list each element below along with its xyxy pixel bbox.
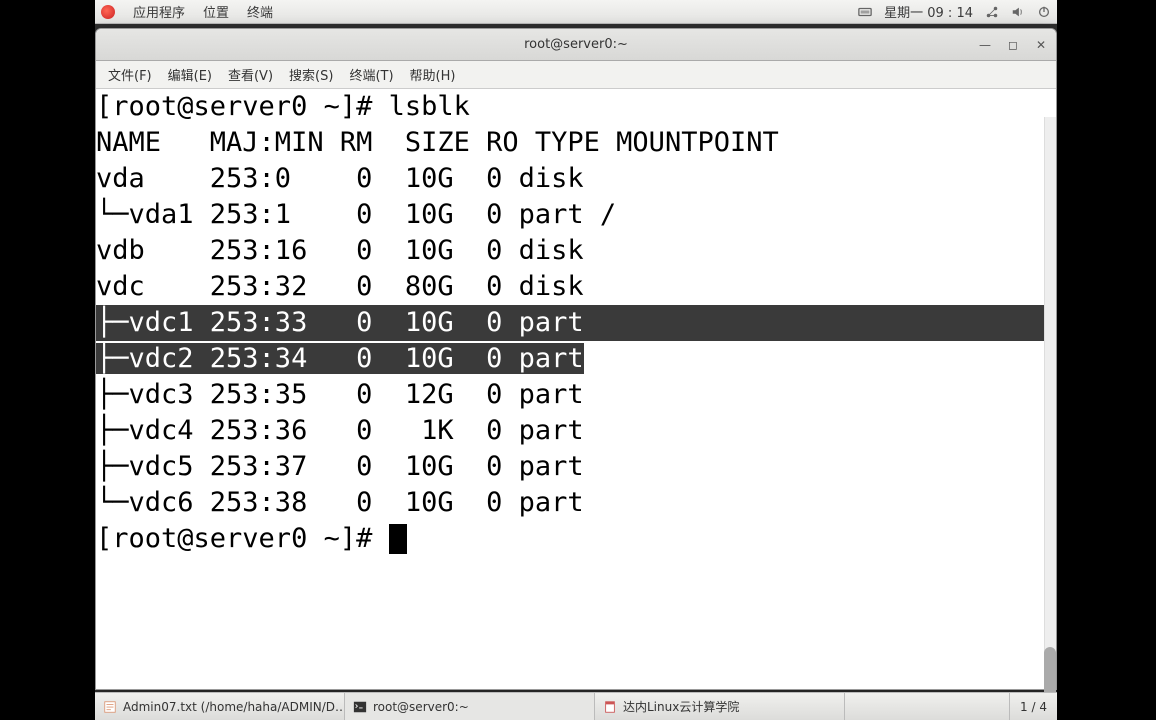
line-vda: vda 253:0 0 10G 0 disk	[96, 161, 1056, 197]
terminal-window: root@server0:~ — ◻ ✕ 文件(F) 编辑(E) 查看(V) 搜…	[95, 28, 1057, 690]
line-vdc4: ├─vdc4 253:36 0 1K 0 part	[96, 413, 1056, 449]
window-title: root@server0:~	[524, 37, 628, 52]
terminal-menu[interactable]: 终端	[247, 2, 273, 21]
terminal-icon	[353, 700, 367, 714]
top-panel: 应用程序 位置 终端 星期一 09 : 14	[95, 0, 1057, 24]
line-prompt2: [root@server0 ~]#	[96, 521, 1056, 557]
task-browser[interactable]: 达内Linux云计算学院	[595, 693, 845, 720]
close-button[interactable]: ✕	[1034, 38, 1048, 52]
line-vdc5: ├─vdc5 253:37 0 10G 0 part	[96, 449, 1056, 485]
power-icon[interactable]	[1037, 5, 1051, 19]
task-label: 达内Linux云计算学院	[623, 698, 739, 715]
menu-file[interactable]: 文件(F)	[100, 63, 160, 86]
line-vdc2: ├─vdc2 253:34 0 10G 0 part	[96, 341, 1056, 377]
line-vdc1-selected: ├─vdc1 253:33 0 10G 0 part	[96, 305, 1056, 341]
line-vdc: vdc 253:32 0 80G 0 disk	[96, 269, 1056, 305]
pager-label: 1 / 4	[1020, 700, 1047, 714]
menu-terminal[interactable]: 终端(T)	[341, 63, 401, 86]
line-prompt: [root@server0 ~]# lsblk	[96, 89, 1056, 125]
line-vda1: └─vda1 253:1 0 10G 0 part /	[96, 197, 1056, 233]
line-vdc3: ├─vdc3 253:35 0 12G 0 part	[96, 377, 1056, 413]
task-label: Admin07.txt (/home/haha/ADMIN/D…	[123, 700, 345, 714]
terminal-output[interactable]: [root@server0 ~]# lsblkNAME MAJ:MIN RM S…	[96, 89, 1056, 689]
task-label: root@server0:~	[373, 700, 469, 714]
menu-search[interactable]: 搜索(S)	[281, 63, 341, 86]
line-vdb: vdb 253:16 0 10G 0 disk	[96, 233, 1056, 269]
text-editor-icon	[103, 700, 117, 714]
menu-view[interactable]: 查看(V)	[220, 63, 281, 86]
taskbar: Admin07.txt (/home/haha/ADMIN/D… root@se…	[95, 692, 1057, 720]
document-icon	[603, 700, 617, 714]
menu-help[interactable]: 帮助(H)	[402, 63, 464, 86]
line-header: NAME MAJ:MIN RM SIZE RO TYPE MOUNTPOINT	[96, 125, 1056, 161]
workspace-pager[interactable]: 1 / 4	[1009, 693, 1057, 720]
distro-logo-icon	[101, 5, 115, 19]
titlebar[interactable]: root@server0:~ — ◻ ✕	[96, 29, 1056, 61]
task-terminal[interactable]: root@server0:~	[345, 693, 595, 720]
volume-icon[interactable]	[1011, 5, 1025, 19]
minimize-button[interactable]: —	[978, 38, 992, 52]
menubar: 文件(F) 编辑(E) 查看(V) 搜索(S) 终端(T) 帮助(H)	[96, 61, 1056, 89]
line-vdc6: └─vdc6 253:38 0 10G 0 part	[96, 485, 1056, 521]
keyboard-icon[interactable]	[858, 5, 872, 19]
menu-edit[interactable]: 编辑(E)	[160, 63, 220, 86]
task-editor[interactable]: Admin07.txt (/home/haha/ADMIN/D…	[95, 693, 345, 720]
network-icon[interactable]	[985, 5, 999, 19]
applications-menu[interactable]: 应用程序	[133, 2, 185, 21]
maximize-button[interactable]: ◻	[1006, 38, 1020, 52]
clock[interactable]: 星期一 09 : 14	[884, 2, 973, 21]
scrollbar[interactable]	[1044, 117, 1056, 717]
cursor	[389, 524, 407, 554]
places-menu[interactable]: 位置	[203, 2, 229, 21]
